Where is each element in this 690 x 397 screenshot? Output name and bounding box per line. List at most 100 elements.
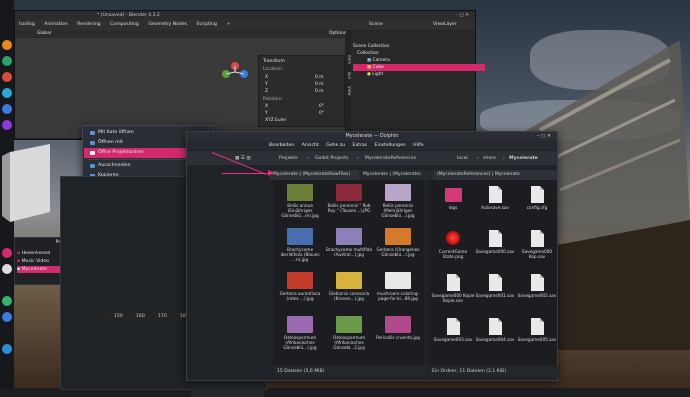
outliner-row-selected[interactable]: ■ Cube — [353, 64, 485, 71]
menu-extras[interactable]: Extras — [353, 143, 368, 148]
workspace-tab[interactable]: hading — [19, 22, 35, 27]
loc-x-field[interactable]: 0 m — [315, 75, 323, 80]
breadcrumb-current[interactable]: Mycelerate — [509, 155, 538, 162]
file-item[interactable]: Autosave.sav — [472, 186, 518, 210]
tab-mycelerate[interactable]: Mycelerate | (Mycelerate) — [360, 170, 433, 180]
file-item[interactable]: Osteospermum (Afrikanisches Gänsebl...2.… — [326, 316, 372, 350]
workspace-tab[interactable]: Rendering — [77, 22, 100, 27]
image-thumbnail — [287, 184, 313, 201]
app-dock-icon[interactable] — [2, 264, 12, 274]
rotation-mode[interactable]: XYZ Euler — [265, 118, 286, 123]
file-item[interactable]: CurrentGame State.png — [430, 230, 476, 259]
outliner-row[interactable]: ■ Camera — [353, 57, 485, 64]
file-name: Gerbera (Orangenes Gänseblü...).jpg — [376, 247, 420, 257]
app-dock-icon[interactable] — [2, 56, 12, 66]
blender-titlebar: * (Unsaved) - Blender 4.3.2 – ▢ ✕ — [15, 11, 475, 20]
workspace-tab[interactable]: Scripting — [197, 22, 217, 27]
menu-help[interactable]: Hilfe — [413, 143, 423, 148]
rot-x-field[interactable]: 0° — [319, 104, 324, 109]
workspace-tab[interactable]: Compositing — [110, 22, 139, 27]
rot-y-field[interactable]: 0° — [319, 111, 324, 116]
menu-settings[interactable]: Einstellungen — [375, 143, 406, 148]
file-name: Brachycome multifida (Austral...).jpg — [326, 247, 373, 257]
file-name: config.cfg — [526, 205, 548, 210]
workspace-tab[interactable]: Geometry Nodes — [148, 22, 187, 27]
loc-x-label: X — [265, 75, 269, 80]
breadcrumb-item[interactable]: Projekte — [279, 155, 298, 162]
file-item[interactable]: Bellis perennis (Mehrjähriges Gänseblü..… — [375, 184, 421, 218]
file-name: CurrentGame State.png — [438, 249, 468, 259]
file-item[interactable]: Osteospermum (Afrikanisches Gänseblü...)… — [277, 316, 323, 350]
viewlayer-selector[interactable]: ViewLayer — [433, 20, 457, 30]
menu-go[interactable]: Gehe zu — [326, 143, 345, 148]
file-item[interactable]: Savegame004.sav — [472, 318, 518, 342]
file-item[interactable]: logs — [430, 186, 476, 210]
file-item[interactable]: Savegame001.sav — [472, 274, 518, 298]
file-name: Savegame004.sav — [475, 337, 515, 342]
file-item[interactable]: Savegame003.sav — [430, 318, 476, 342]
app-dock-icon[interactable] — [2, 296, 12, 306]
file-item[interactable]: Bellis annua (Einjähriges Gänseblü...re)… — [277, 184, 323, 218]
image-thumbnail — [287, 228, 313, 245]
breadcrumb-item[interactable]: local — [457, 155, 468, 162]
file-item[interactable]: Bellis perennis " Rob Roy " (Tausen...).… — [326, 184, 372, 213]
dolphin-titlebar: Mycelerate — Dolphin – ▢ ✕ — [187, 132, 557, 141]
blender-workspace-tabs: hading Animation Rendering Compositing G… — [15, 20, 475, 30]
image-thumbnail — [336, 272, 362, 289]
breadcrumb-item[interactable]: MycelerateReferences — [365, 155, 416, 162]
window-controls-icon[interactable]: – ▢ ✕ — [456, 11, 469, 20]
outliner-row[interactable]: ● Light — [353, 71, 485, 78]
file-item[interactable]: mushroom-coloring-page-for-ki...89.jpg — [375, 272, 421, 301]
file-item[interactable]: Pericallis cruenta.jpg — [375, 316, 421, 340]
breadcrumb-item[interactable]: share — [483, 155, 496, 162]
transform-orientation[interactable]: Global — [37, 31, 51, 36]
tab-raw-files[interactable]: Mycelerate | (MycelerateRawFiles) — [270, 170, 359, 180]
window-controls-icon[interactable]: – ▢ ✕ — [537, 132, 551, 141]
menu-edit[interactable]: Bearbeiten — [269, 143, 294, 148]
blender-window: * (Unsaved) - Blender 4.3.2 – ▢ ✕ hading… — [14, 10, 485, 140]
app-dock-icon[interactable] — [2, 72, 12, 82]
breadcrumb-item[interactable]: Godot Projects — [315, 155, 348, 162]
navigation-gizmo-icon[interactable] — [220, 56, 250, 96]
file-item[interactable]: Gerbera (Orangenes Gänseblü...).jpg — [375, 228, 421, 257]
app-dock-icon[interactable] — [2, 104, 12, 114]
breadcrumb-separator: › — [503, 156, 505, 161]
view-mode-icon[interactable]: ▦ ☰ ▥ — [235, 155, 251, 162]
options-button[interactable]: Options — [329, 30, 346, 38]
app-dock-icon[interactable] — [2, 312, 12, 322]
loc-z-field[interactable]: 0 m — [315, 89, 323, 94]
image-thumbnail — [385, 228, 411, 245]
tab-references[interactable]: (MycelerateReferences) | Mycelerate — [434, 170, 557, 180]
app-dock-icon[interactable] — [2, 344, 12, 354]
file-pane-left: Bellis annua (Einjähriges Gänseblü...re)… — [274, 180, 424, 365]
app-dock-icon[interactable] — [2, 120, 12, 130]
file-name: Savegame000 Kopie Kopie.sav — [431, 293, 475, 303]
add-workspace-button[interactable]: + — [226, 22, 230, 27]
blender-dock-icon[interactable] — [2, 40, 12, 50]
file-item[interactable]: Glebionis coronaria (Kronen...).jpg — [326, 272, 372, 301]
timeline-ruler[interactable]: 150 160 170 180 — [100, 312, 200, 322]
workspace-tab[interactable]: Animation — [44, 22, 67, 27]
image-thumbnail — [287, 316, 313, 333]
telegram-dock-icon[interactable] — [2, 88, 12, 98]
file-item[interactable]: Savegame000.sav — [472, 230, 518, 254]
file-item[interactable]: Savegame000 Kop.sav — [514, 230, 560, 259]
file-name: Autosave.sav — [480, 205, 510, 210]
file-item[interactable]: Brachycome multifida (Austral...).jpg — [326, 228, 372, 257]
outliner-row[interactable]: Collection — [353, 50, 475, 57]
kate-icon — [90, 131, 95, 135]
menu-view[interactable]: Ansicht — [302, 143, 319, 148]
cube-preview — [2, 144, 50, 222]
file-item[interactable]: config.cfg — [514, 186, 560, 210]
file-item[interactable]: Savegame005.sav — [514, 318, 560, 342]
file-item[interactable]: Savegame000 Kopie Kopie.sav — [430, 274, 476, 303]
outliner-row[interactable]: Scene Collection — [353, 43, 471, 50]
app-dock-icon[interactable] — [2, 248, 12, 258]
file-item[interactable]: Gerbera aurantiaca (rotes ...).jpg — [277, 272, 323, 301]
file-name: Savegame000 Kop.sav — [521, 249, 553, 259]
file-item[interactable]: Brachycome iberidifolia (Blaues ...n).jp… — [277, 228, 323, 262]
scene-selector[interactable]: Scene — [369, 20, 383, 30]
loc-y-field[interactable]: 0 m — [315, 82, 323, 87]
file-item[interactable]: Savegame002.sav — [514, 274, 560, 298]
image-thumbnail — [385, 272, 411, 289]
